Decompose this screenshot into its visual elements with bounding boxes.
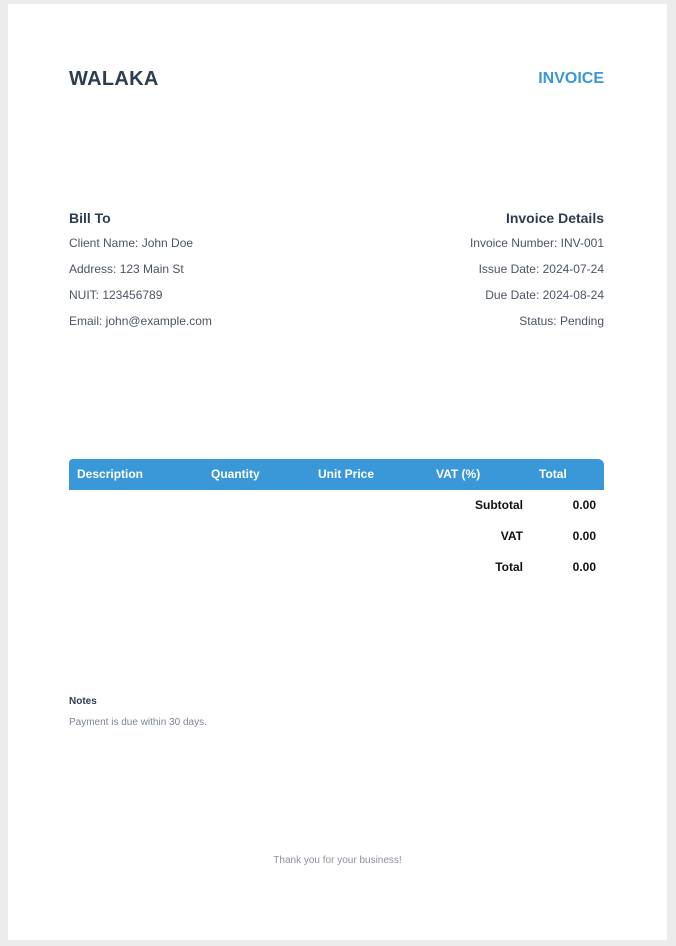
total-row: Total 0.00 <box>69 552 604 583</box>
subtotal-row: Subtotal 0.00 <box>69 490 604 521</box>
notes-text: Payment is due within 30 days. <box>69 717 207 728</box>
notes-section: Notes Payment is due within 30 days. <box>69 695 469 730</box>
subtotal-value: 0.00 <box>572 498 596 512</box>
client-email: Email: john@example.com <box>69 314 212 328</box>
company-name: WALAKA <box>69 68 159 90</box>
vat-value: 0.00 <box>572 529 596 543</box>
vat-label: VAT <box>500 529 523 543</box>
invoice-details-title: Invoice Details <box>505 210 604 226</box>
client-address: Address: 123 Main St <box>69 262 184 276</box>
footer-thank-you: Thank you for your business! <box>273 855 402 866</box>
due-date: Due Date: 2024-08-24 <box>485 288 604 302</box>
total-label: Total <box>495 560 523 574</box>
vat-row: VAT 0.00 <box>69 521 604 552</box>
invoice-page: WALAKA INVOICE Bill To Client Name: John… <box>8 4 667 940</box>
subtotal-label: Subtotal <box>475 498 523 512</box>
bill-to-section: Bill To Client Name: John Doe Address: 1… <box>69 208 329 338</box>
total-value: 0.00 <box>572 560 596 574</box>
document-type-title: INVOICE <box>538 70 604 87</box>
notes-title: Notes <box>69 696 97 707</box>
column-header-description: Description <box>77 467 144 481</box>
client-nuit: NUIT: 123456789 <box>69 288 163 302</box>
invoice-status: Status: Pending <box>519 314 604 328</box>
column-header-quantity: Quantity <box>211 467 260 481</box>
table-header: Description Quantity Unit Price VAT (%) … <box>69 459 604 490</box>
client-name: Client Name: John Doe <box>69 236 194 250</box>
issue-date: Issue Date: 2024-07-24 <box>478 262 604 276</box>
column-header-unit-price: Unit Price <box>318 467 375 481</box>
items-table: Description Quantity Unit Price VAT (%) … <box>69 459 604 583</box>
column-header-vat: VAT (%) <box>436 467 481 481</box>
column-header-total: Total <box>539 467 567 481</box>
invoice-details-section: Invoice Details Invoice Number: INV-001 … <box>344 208 604 338</box>
invoice-number: Invoice Number: INV-001 <box>469 236 604 250</box>
bill-to-title: Bill To <box>69 210 111 226</box>
